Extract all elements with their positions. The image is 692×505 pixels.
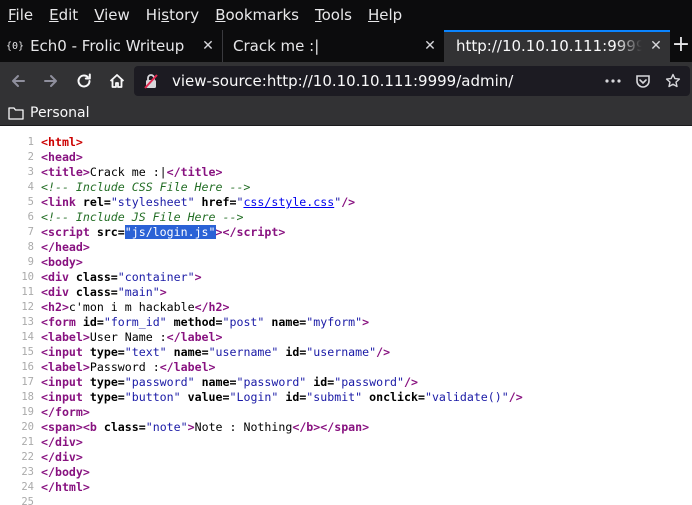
menu-view[interactable]: View [86, 0, 138, 30]
source-line: 1 <html> [0, 135, 692, 150]
line-number: 18 [21, 391, 34, 403]
menu-help[interactable]: Help [360, 0, 410, 30]
arrow-right-icon [44, 75, 57, 87]
menu-bar: File Edit View History Bookmarks Tools H… [0, 0, 692, 30]
menu-edit[interactable]: Edit [41, 0, 86, 30]
insecure-lock-icon[interactable] [142, 72, 160, 90]
line-number: 16 [21, 361, 34, 373]
bookmark-folder-personal[interactable]: Personal [8, 105, 90, 121]
pocket-icon[interactable] [634, 72, 652, 90]
tab-active-view-source[interactable]: http://10.10.10.111:9999/admin/ ✕ [444, 30, 670, 62]
line-number: 12 [21, 301, 34, 313]
close-icon[interactable]: ✕ [200, 38, 216, 54]
tab-crack-me[interactable]: Crack me :| ✕ [222, 30, 444, 62]
tab-title: Ech0 - Frolic Writeup [30, 37, 185, 55]
source-line: 5 <link rel="stylesheet" href="css/style.… [0, 195, 692, 210]
selected-js-link[interactable]: "js/login.js" [124, 225, 216, 239]
line-number: 15 [21, 346, 34, 358]
tab-title: Crack me :| [233, 37, 320, 55]
source-line: 15 <input type="text" name="username" id=… [0, 345, 692, 360]
site-favicon-icon: {0} [6, 40, 25, 52]
source-line: 25 [0, 495, 692, 505]
css-file-link[interactable]: css/style.css [243, 195, 334, 209]
home-button[interactable] [102, 66, 132, 96]
view-source-content: 1 <html> 2 <head> 3 <title>Crack me :|</tit… [0, 135, 692, 505]
line-number: 1 [27, 136, 34, 148]
forward-button[interactable] [36, 66, 66, 96]
source-line: 6 <!-- Include JS File Here --> [0, 210, 692, 225]
line-number: 19 [21, 406, 34, 418]
reload-icon [77, 73, 91, 88]
line-number: 21 [21, 436, 34, 448]
line-number: 4 [27, 181, 34, 193]
line-number: 7 [27, 226, 34, 238]
line-number: 10 [21, 271, 34, 283]
home-icon [109, 74, 125, 88]
address-bar[interactable]: view-source:http://10.10.10.111:9999/adm… [134, 66, 690, 96]
source-line: 17 <input type="password" name="password"… [0, 375, 692, 390]
source-line: 4 <!-- Include CSS File Here --> [0, 180, 692, 195]
source-line: 20 <span><b class="note">Note : Nothing</… [0, 420, 692, 435]
line-number: 14 [21, 331, 34, 343]
source-line: 19 </form> [0, 405, 692, 420]
menu-file[interactable]: File [0, 0, 41, 30]
close-icon[interactable]: ✕ [648, 38, 664, 54]
source-line: 23 </body> [0, 465, 692, 480]
url-text[interactable]: view-source:http://10.10.10.111:9999/adm… [172, 72, 513, 90]
line-number: 11 [21, 286, 34, 298]
tab-bar: {0} Ech0 - Frolic Writeup ✕ Crack me :| … [0, 30, 692, 62]
line-number: 5 [27, 196, 34, 208]
navigation-toolbar: view-source:http://10.10.10.111:9999/adm… [0, 62, 692, 100]
line-number: 17 [21, 376, 34, 388]
line-number: 8 [27, 241, 34, 253]
line-number: 13 [21, 316, 34, 328]
source-line: 24 </html> [0, 480, 692, 495]
line-number: 3 [27, 166, 34, 178]
line-number: 6 [27, 211, 34, 223]
page-actions-menu-icon[interactable] [604, 72, 622, 90]
bookmarks-toolbar: Personal [0, 100, 692, 126]
source-line: 10 <div class="container"> [0, 270, 692, 285]
source-line: 21 </div> [0, 435, 692, 450]
source-line: 9 <body> [0, 255, 692, 270]
bookmark-folder-label: Personal [30, 104, 90, 121]
menu-history[interactable]: History [138, 0, 207, 30]
arrow-left-icon [12, 75, 25, 87]
line-number: 2 [27, 151, 34, 163]
bookmark-star-icon[interactable] [664, 72, 682, 90]
url-actions [604, 72, 682, 90]
source-line: 16 <label>Password :</label> [0, 360, 692, 375]
source-line: 8 </head> [0, 240, 692, 255]
menu-tools[interactable]: Tools [307, 0, 360, 30]
source-line: 14 <label>User Name :</label> [0, 330, 692, 345]
source-line: 3 <title>Crack me :|</title> [0, 165, 692, 180]
new-tab-plus-icon[interactable]: + [670, 30, 692, 62]
source-line: 12 <h2>c'mon i m hackable</h2> [0, 300, 692, 315]
menu-bookmarks[interactable]: Bookmarks [207, 0, 307, 30]
tab-echo-frolic-writeup[interactable]: {0} Ech0 - Frolic Writeup ✕ [0, 30, 222, 62]
tab-title: http://10.10.10.111:9999/admin/ [456, 37, 642, 55]
folder-icon [8, 106, 24, 120]
line-number: 9 [27, 256, 34, 268]
source-line: 7 <script src="js/login.js"></script> [0, 225, 692, 240]
reload-button[interactable] [69, 66, 99, 96]
source-line: 18 <input type="button" value="Login" id=… [0, 390, 692, 405]
line-number: 22 [21, 451, 34, 463]
source-line: 2 <head> [0, 150, 692, 165]
line-number: 20 [21, 421, 34, 433]
line-number: 25 [21, 496, 34, 505]
back-button[interactable] [3, 66, 33, 96]
close-icon[interactable]: ✕ [422, 38, 438, 54]
line-number: 23 [21, 466, 34, 478]
source-line: 11 <div class="main"> [0, 285, 692, 300]
line-number: 24 [21, 481, 34, 493]
source-line: 13 <form id="form_id" method="post" name=… [0, 315, 692, 330]
source-line: 22 </div> [0, 450, 692, 465]
